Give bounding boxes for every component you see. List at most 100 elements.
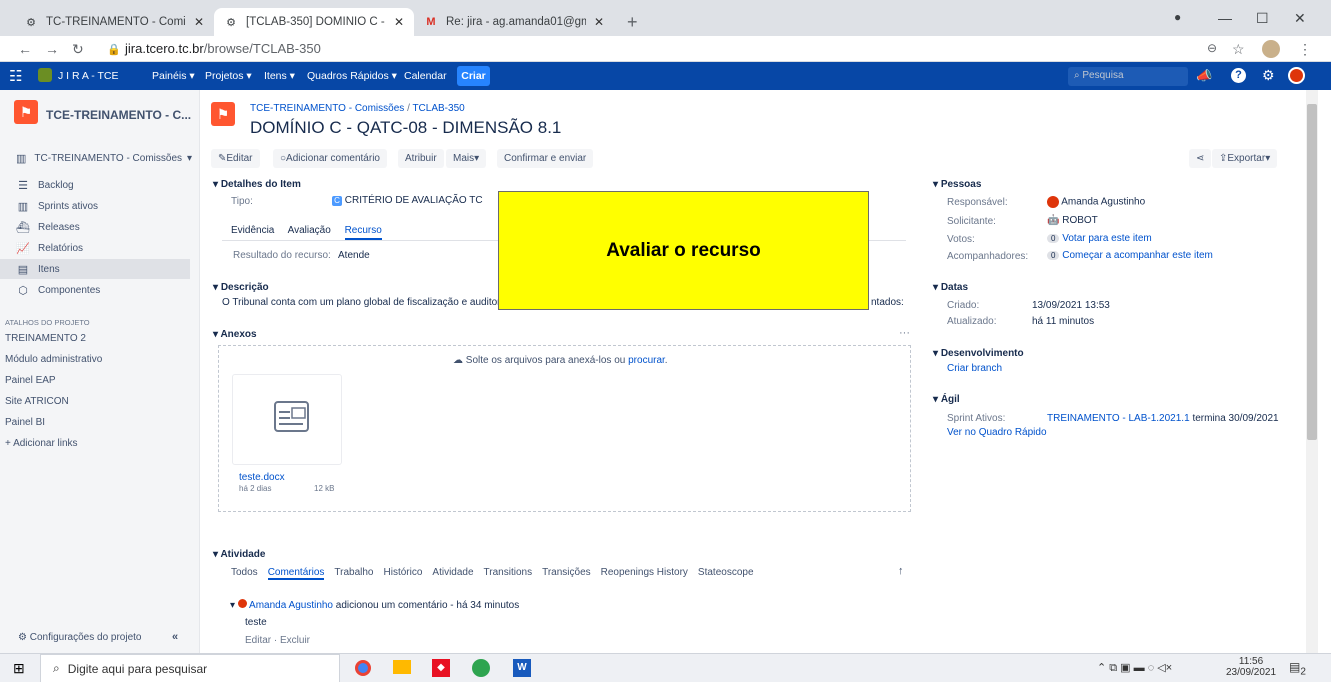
anydesk-icon[interactable]: ◆ <box>432 659 450 677</box>
forward-icon[interactable]: → <box>45 41 59 57</box>
tab-transitions[interactable]: Transitions <box>484 567 533 578</box>
share-icon[interactable]: ⋖ <box>1189 149 1212 168</box>
agile-section-header[interactable]: ▾ Ágil <box>933 394 960 405</box>
close-tab-icon[interactable]: ✕ <box>194 15 204 29</box>
close-window-icon[interactable]: ✕ <box>1294 10 1306 27</box>
jira-logo-text[interactable]: J I R A - TCE <box>58 70 119 82</box>
chrome-icon[interactable] <box>355 660 371 676</box>
back-icon[interactable]: ← <box>18 41 32 57</box>
description-section-header[interactable]: ▾ Descrição <box>213 282 269 293</box>
shortcut-link[interactable]: Módulo administrativo <box>5 354 102 365</box>
sidebar-item-sprints[interactable]: ▥ Sprints ativos <box>0 196 190 216</box>
taskbar-search-input[interactable]: ⌕ Digite aqui para pesquisar <box>40 654 340 682</box>
shortcut-link[interactable]: Painel BI <box>5 417 45 428</box>
sprint-link[interactable]: TREINAMENTO - LAB-1.2021.1 <box>1047 413 1190 424</box>
add-comment-button[interactable]: ○ Adicionar comentário <box>273 149 387 168</box>
assignee-value[interactable]: Amanda Agustinho <box>1047 196 1145 208</box>
dates-section-header[interactable]: ▾ Datas <box>933 282 968 293</box>
tab-transicoes[interactable]: Transições <box>542 567 591 578</box>
project-name[interactable]: TCE-TREINAMENTO - C... <box>46 108 191 122</box>
tab-atividade[interactable]: Atividade <box>432 567 473 578</box>
minimize-icon[interactable]: — <box>1218 10 1232 26</box>
zoom-icon[interactable]: ⊖ <box>1207 41 1217 55</box>
project-settings-link[interactable]: ⚙ Configurações do projeto <box>18 632 142 643</box>
chevron-down-icon[interactable]: ▾ <box>230 600 238 611</box>
tab-evidencia[interactable]: Evidência <box>231 225 274 236</box>
issue-title[interactable]: DOMÍNIO C - QATC-08 - DIMENSÃO 8.1 <box>250 118 561 138</box>
sidebar-item-issues[interactable]: ▤ Itens <box>0 259 190 279</box>
scrollbar-thumb[interactable] <box>1307 104 1317 440</box>
development-section-header[interactable]: ▾ Desenvolvimento <box>933 348 1024 359</box>
word-icon[interactable]: W <box>513 659 531 677</box>
notification-icon[interactable]: ▤2 <box>1289 660 1306 677</box>
add-links-button[interactable]: + Adicionar links <box>5 438 78 449</box>
attachments-section-header[interactable]: ▾ Anexos <box>213 329 257 340</box>
reporter-value[interactable]: 🤖 ROBOT <box>1047 215 1098 226</box>
new-tab-icon[interactable]: + <box>627 13 638 31</box>
more-button[interactable]: Mais ▾ <box>446 149 487 168</box>
activity-section-header[interactable]: ▾ Atividade <box>213 549 265 560</box>
browser-tab-active[interactable]: ⚙ [TCLAB-350] DOMÍNIO C - QATC ✕ <box>214 8 414 36</box>
create-button[interactable]: Criar <box>457 66 490 86</box>
close-tab-icon[interactable]: ✕ <box>394 15 404 29</box>
clock[interactable]: 11:56 23/09/2021 <box>1226 656 1276 678</box>
menu-itens[interactable]: Itens ▾ <box>264 70 295 82</box>
export-button[interactable]: ⇪ Exportar ▾ <box>1212 149 1278 168</box>
breadcrumb-project[interactable]: TCE-TREINAMENTO - Comissões <box>250 103 404 114</box>
tab-historico[interactable]: Histórico <box>384 567 423 578</box>
assign-button[interactable]: Atribuir <box>398 149 444 168</box>
url-field[interactable]: jira.tcero.tc.br/browse/TCLAB-350 <box>125 41 321 56</box>
tab-comentarios[interactable]: Comentários <box>267 567 325 580</box>
shortcut-link[interactable]: Painel EAP <box>5 375 56 386</box>
help-icon[interactable]: ? <box>1231 68 1246 83</box>
comment-author[interactable]: Amanda Agustinho <box>249 600 333 611</box>
close-tab-icon[interactable]: ✕ <box>594 15 604 29</box>
tab-reopenings[interactable]: Reopenings History <box>601 567 688 578</box>
tab-todos[interactable]: Todos <box>231 567 258 578</box>
gear-icon[interactable]: ⚙ <box>1262 67 1275 84</box>
comment-actions[interactable]: Editar · Excluir <box>245 635 310 646</box>
tab-avaliacao[interactable]: Avaliação <box>288 225 331 236</box>
maximize-icon[interactable]: ☐ <box>1256 10 1269 27</box>
browser-tab[interactable]: ⚙ TC-TREINAMENTO - Comissões - ✕ <box>14 8 214 36</box>
sidebar-item-backlog[interactable]: ☰ Backlog <box>0 175 190 195</box>
app-icon[interactable] <box>472 659 490 677</box>
sidebar-item-components[interactable]: ⬡ Componentes <box>0 280 190 300</box>
more-options-icon[interactable]: ··· <box>899 327 910 339</box>
tab-stateoscope[interactable]: Stateoscope <box>698 567 754 578</box>
collapse-sidebar-icon[interactable]: « <box>172 631 178 643</box>
details-section-header[interactable]: ▾ Detalhes do Item <box>213 179 301 190</box>
browser-tab[interactable]: M Re: jira - ag.amanda01@gmail.co ✕ <box>414 8 614 36</box>
bookmark-star-icon[interactable]: ☆ <box>1232 41 1245 58</box>
vote-link[interactable]: Votar para este item <box>1062 233 1152 244</box>
sidebar-item-releases[interactable]: ⛴ Releases <box>0 217 190 237</box>
attachment-filename[interactable]: teste.docx <box>239 472 285 483</box>
avatar[interactable] <box>1262 40 1280 58</box>
menu-calendar[interactable]: Calendar <box>404 70 447 82</box>
browse-link[interactable]: procurar <box>628 355 665 366</box>
board-selector[interactable]: ▥ TC-TREINAMENTO - Comissões ▾ <box>0 148 192 168</box>
search-input[interactable]: ⌕ Pesquisa <box>1068 67 1188 86</box>
app-switcher-icon[interactable]: ☷ <box>9 67 22 85</box>
confirm-send-button[interactable]: Confirmar e enviar <box>497 149 594 168</box>
megaphone-icon[interactable]: 📣 <box>1196 68 1212 84</box>
board-link[interactable]: Ver no Quadro Rápido <box>947 427 1047 438</box>
people-section-header[interactable]: ▾ Pessoas <box>933 179 981 190</box>
windows-start-icon[interactable]: ⊞ <box>13 660 25 677</box>
reload-icon[interactable]: ↻ <box>72 41 84 58</box>
tab-recurso[interactable]: Recurso <box>344 225 382 240</box>
tab-trabalho[interactable]: Trabalho <box>334 567 373 578</box>
breadcrumb-issue-key[interactable]: TCLAB-350 <box>412 103 464 114</box>
attachment-thumbnail[interactable] <box>232 374 342 465</box>
description-text[interactable]: O Tribunal conta com um plano global de … <box>222 297 508 308</box>
file-explorer-icon[interactable] <box>393 660 411 674</box>
watch-link[interactable]: Começar a acompanhar este item <box>1062 250 1213 261</box>
shortcut-link[interactable]: TREINAMENTO 2 <box>5 333 86 344</box>
menu-dots-icon[interactable]: ⋮ <box>1298 41 1312 58</box>
edit-button[interactable]: ✎ Editar <box>211 149 260 168</box>
shortcut-link[interactable]: Site ATRICON <box>5 396 69 407</box>
menu-quadros-rapidos[interactable]: Quadros Rápidos ▾ <box>307 70 397 82</box>
menu-paineis[interactable]: Painéis ▾ <box>152 70 195 82</box>
sort-arrow-icon[interactable]: ↑ <box>898 565 904 577</box>
menu-projetos[interactable]: Projetos ▾ <box>205 70 252 82</box>
